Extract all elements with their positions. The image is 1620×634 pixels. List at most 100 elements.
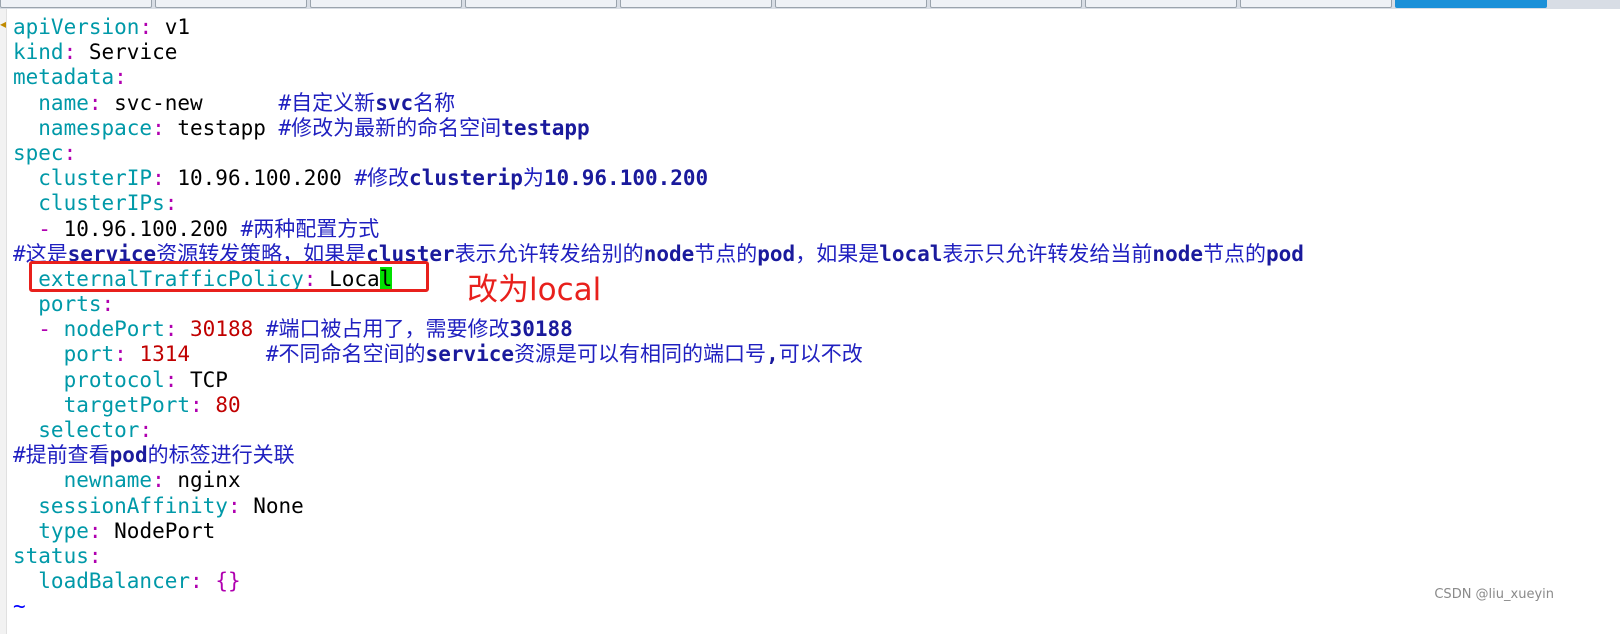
code-line[interactable]: selector: (13, 418, 1304, 443)
code-token: selector (13, 418, 140, 442)
code-token: : (63, 140, 77, 165)
code-token: : (164, 317, 178, 342)
code-token: ~ (13, 594, 26, 619)
tab-5[interactable] (620, 0, 772, 8)
code-token: : (139, 15, 153, 39)
code-token: : (152, 166, 165, 191)
code-editor[interactable]: apiVersion: v1 kind: Service metadata: nam… (13, 15, 1304, 620)
code-token: spec (13, 140, 64, 165)
code-line[interactable]: apiVersion: v1 (13, 15, 1304, 40)
code-token: TCP (177, 367, 228, 392)
code-token: targetPort (13, 392, 191, 417)
code-token: pod (757, 241, 796, 266)
code-token: name (13, 90, 89, 115)
tab-1[interactable] (0, 0, 152, 8)
code-token: pod (1266, 241, 1304, 266)
code-token: : (101, 292, 115, 317)
code-token: - (13, 216, 51, 241)
code-line[interactable]: status: (13, 544, 1304, 569)
code-line[interactable]: namespace: testapp #修改为最新的命名空间testapp (13, 116, 1304, 141)
code-token: #不同命名空间的 (190, 342, 426, 367)
code-token: Service (76, 40, 178, 65)
watermark: CSDN @liu_xueyin (1434, 587, 1554, 602)
code-token: 节点的 (694, 241, 758, 266)
code-token: #提前查看 (13, 443, 110, 468)
code-token: : (152, 468, 165, 493)
code-token: : (227, 493, 241, 518)
code-token: #修改为最新的命名空间 (278, 115, 502, 140)
code-token: : (88, 90, 102, 115)
code-token: , (766, 342, 779, 367)
tab-4[interactable] (465, 0, 617, 8)
tab-9[interactable] (1240, 0, 1392, 8)
code-token: : (114, 342, 127, 367)
code-line[interactable]: type: NodePort (13, 519, 1304, 544)
code-token: ports (13, 292, 102, 317)
code-token: nodePort (50, 317, 165, 342)
code-line[interactable]: #提前查看pod的标签进行关联 (13, 443, 1304, 468)
code-token: metadata (13, 65, 115, 90)
code-token: : (190, 392, 203, 417)
code-token: : (114, 65, 127, 90)
tab-2[interactable] (155, 0, 307, 8)
code-token: None (240, 493, 304, 518)
code-line[interactable]: - nodePort: 30188 #端口被占用了，需要修改30188 (13, 317, 1304, 342)
code-token: svc (375, 90, 414, 115)
code-token: : (88, 543, 102, 568)
code-line[interactable]: ~ (13, 594, 1304, 619)
code-token: : (152, 115, 165, 140)
code-token: NodePort (101, 518, 216, 543)
code-token: nginx (164, 468, 241, 493)
code-token: - (13, 317, 51, 342)
code-line[interactable]: kind: Service (13, 40, 1304, 65)
code-token: apiVersion (13, 15, 140, 39)
tab-bar (0, 0, 1620, 9)
code-token: pod (109, 443, 148, 468)
code-token: newname (13, 468, 153, 493)
code-token: svc-new (101, 90, 279, 115)
tab-6[interactable] (775, 0, 927, 8)
code-token: : (164, 367, 178, 392)
code-line[interactable]: name: svc-new #自定义新svc名称 (13, 91, 1304, 116)
code-token: ，如果是 (795, 241, 880, 266)
code-line[interactable]: spec: (13, 141, 1304, 166)
code-line[interactable]: protocol: TCP (13, 368, 1304, 393)
code-token: 可以不改 (778, 342, 863, 367)
code-line[interactable]: loadBalancer: {} (13, 569, 1304, 594)
code-token: 为 (522, 166, 544, 191)
code-line[interactable]: clusterIPs: (13, 191, 1304, 216)
code-line[interactable]: ports: (13, 292, 1304, 317)
code-token: 的标签进行关联 (147, 443, 295, 468)
code-token: 资源是可以有相同的端口号 (514, 342, 767, 367)
code-line[interactable]: sessionAffinity: None (13, 494, 1304, 519)
code-token: port (13, 342, 115, 367)
code-line[interactable]: targetPort: 80 (13, 393, 1304, 418)
code-token: testapp (501, 115, 590, 140)
code-token: : (63, 40, 77, 65)
code-token: #端口被占用了，需要修改 (253, 317, 510, 342)
code-token: 表示只允许转发给当前 (942, 241, 1153, 266)
code-token: clusterip (409, 166, 523, 191)
tab-3[interactable] (310, 0, 462, 8)
code-token: : (88, 518, 102, 543)
code-token: namespace (13, 115, 153, 140)
tab-7[interactable] (930, 0, 1082, 8)
code-token: v1 (152, 15, 191, 39)
code-line[interactable]: metadata: (13, 65, 1304, 90)
code-token: 30188 (509, 317, 573, 342)
code-token: sessionAffinity (13, 493, 228, 518)
code-line[interactable]: newname: nginx (13, 468, 1304, 493)
code-line[interactable]: - 10.96.100.200 #两种配置方式 (13, 217, 1304, 242)
code-token: clusterIPs (13, 191, 165, 216)
tab-active[interactable] (1395, 0, 1547, 8)
code-token: : (164, 191, 178, 216)
code-token: node (1152, 241, 1203, 266)
code-line[interactable]: port: 1314 #不同命名空间的service资源是可以有相同的端口号,可… (13, 342, 1304, 367)
code-token: 80 (202, 392, 241, 417)
code-token: status (13, 543, 89, 568)
code-token: 节点的 (1203, 241, 1266, 266)
code-token: : (139, 418, 153, 442)
code-line[interactable]: clusterIP: 10.96.100.200 #修改clusterip为10… (13, 166, 1304, 191)
tab-8[interactable] (1085, 0, 1237, 8)
code-token: local (879, 241, 943, 266)
